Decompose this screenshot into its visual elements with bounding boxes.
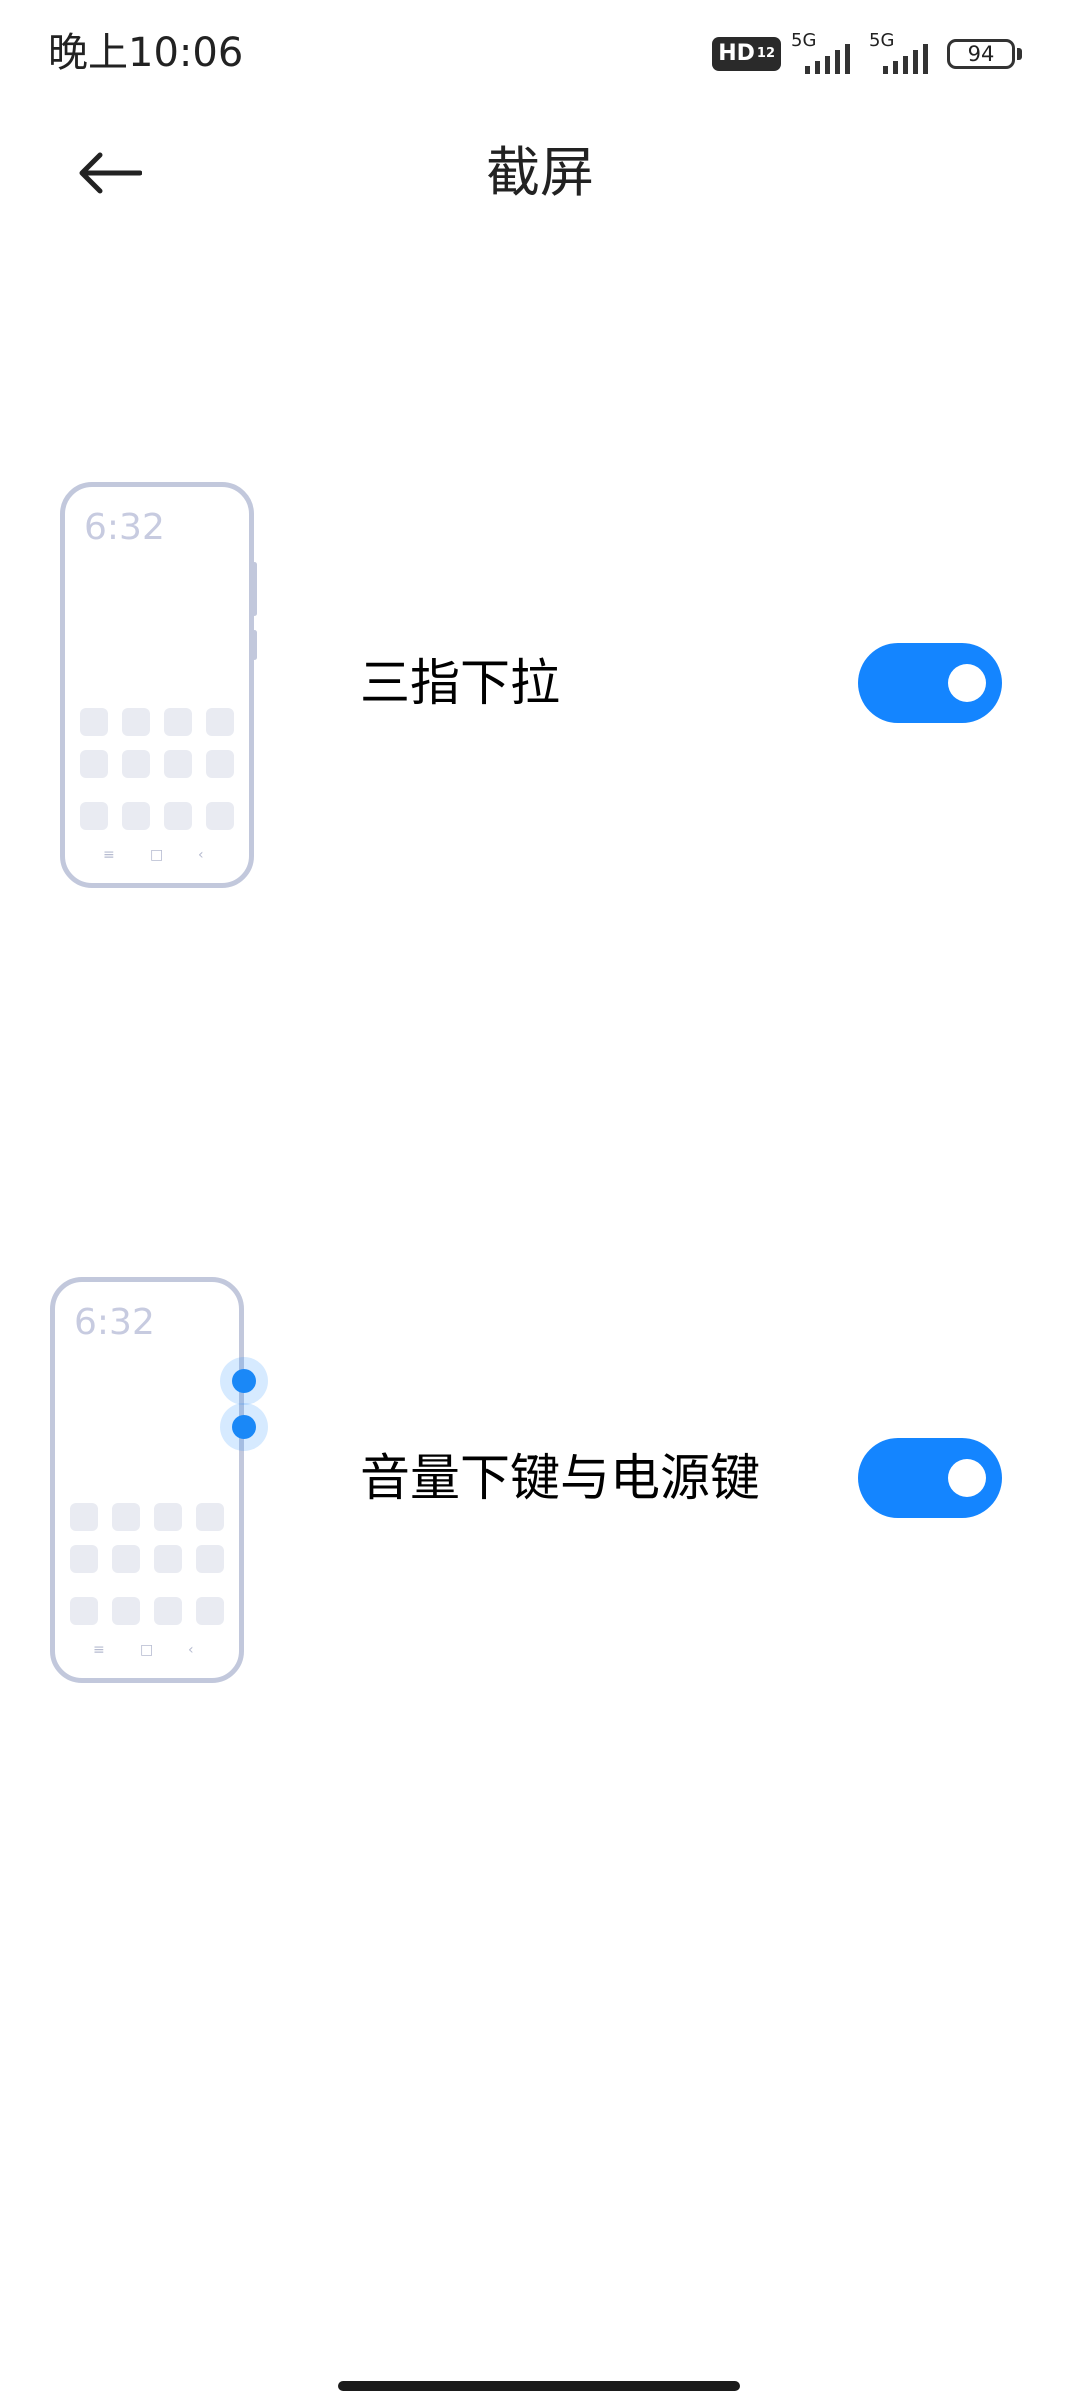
back-nav-icon: ‹	[198, 847, 204, 863]
hd-label: HD	[718, 41, 755, 66]
volume-power-illustration: 6:32 ≡ □ ‹	[50, 1277, 280, 1687]
three-finger-illustration: 6:32 ≡ □ ‹	[60, 482, 260, 892]
app-grid	[70, 1503, 230, 1633]
battery-cap	[1017, 48, 1022, 60]
battery-icon: 94	[947, 39, 1015, 69]
app-icon-placeholder	[206, 802, 234, 830]
app-icon-placeholder	[164, 708, 192, 736]
status-icons: HD 12 5G 5G 94	[712, 30, 1022, 78]
toggle-knob	[948, 664, 986, 702]
app-icon-placeholder	[196, 1545, 224, 1573]
app-icon-placeholder	[70, 1545, 98, 1573]
side-key	[252, 562, 257, 616]
option-label: 三指下拉	[360, 654, 560, 712]
side-key	[252, 630, 257, 660]
status-bar: 晚上10:06 HD 12 5G 5G 94	[0, 0, 1080, 110]
power-key-press-dot	[232, 1369, 256, 1393]
signal-bars-icon	[883, 44, 928, 74]
app-icon-placeholder	[70, 1597, 98, 1625]
page-title: 截屏	[486, 141, 594, 204]
app-icon-placeholder	[206, 750, 234, 778]
app-icon-placeholder	[112, 1597, 140, 1625]
volume-power-toggle[interactable]	[858, 1438, 1002, 1518]
app-icon-placeholder	[154, 1597, 182, 1625]
app-icon-placeholder	[164, 750, 192, 778]
app-icon-placeholder	[154, 1545, 182, 1573]
app-grid	[80, 708, 240, 838]
volume-down-press-dot	[232, 1415, 256, 1439]
menu-nav-icon: ≡	[93, 1642, 105, 1658]
app-icon-placeholder	[164, 802, 192, 830]
home-nav-icon: □	[150, 847, 164, 863]
app-icon-placeholder	[80, 802, 108, 830]
app-icon-placeholder	[80, 750, 108, 778]
app-icon-placeholder	[70, 1503, 98, 1531]
option-row-three-finger: 6:32 ≡ □ ‹ 三指下拉	[0, 470, 1080, 890]
signal-icon: 5G	[869, 32, 937, 76]
app-icon-placeholder	[154, 1503, 182, 1531]
home-indicator[interactable]	[338, 2381, 740, 2391]
app-icon-placeholder	[122, 802, 150, 830]
app-icon-placeholder	[206, 708, 234, 736]
status-time: 晚上10:06	[48, 30, 244, 76]
app-icon-placeholder	[196, 1503, 224, 1531]
home-nav-icon: □	[140, 1642, 154, 1658]
option-row-volume-power: 6:32 ≡ □ ‹ 音量下键与电源键	[0, 1265, 1080, 1685]
app-icon-placeholder	[122, 750, 150, 778]
app-icon-placeholder	[122, 708, 150, 736]
toggle-knob	[948, 1459, 986, 1497]
hd-voice-icon: HD 12	[712, 37, 781, 71]
app-icon-placeholder	[112, 1503, 140, 1531]
app-icon-placeholder	[112, 1545, 140, 1573]
back-nav-icon: ‹	[188, 1642, 194, 1658]
option-label: 音量下键与电源键	[360, 1449, 760, 1507]
hd-sub-label: 12	[756, 46, 775, 61]
battery-level: 94	[967, 42, 995, 66]
app-icon-placeholder	[80, 708, 108, 736]
phone-clock: 6:32	[84, 507, 165, 548]
three-finger-toggle[interactable]	[858, 643, 1002, 723]
app-icon-placeholder	[196, 1597, 224, 1625]
menu-nav-icon: ≡	[103, 847, 115, 863]
signal-icon: 5G	[791, 32, 859, 76]
signal-bars-icon	[805, 44, 850, 74]
phone-clock: 6:32	[74, 1302, 155, 1343]
